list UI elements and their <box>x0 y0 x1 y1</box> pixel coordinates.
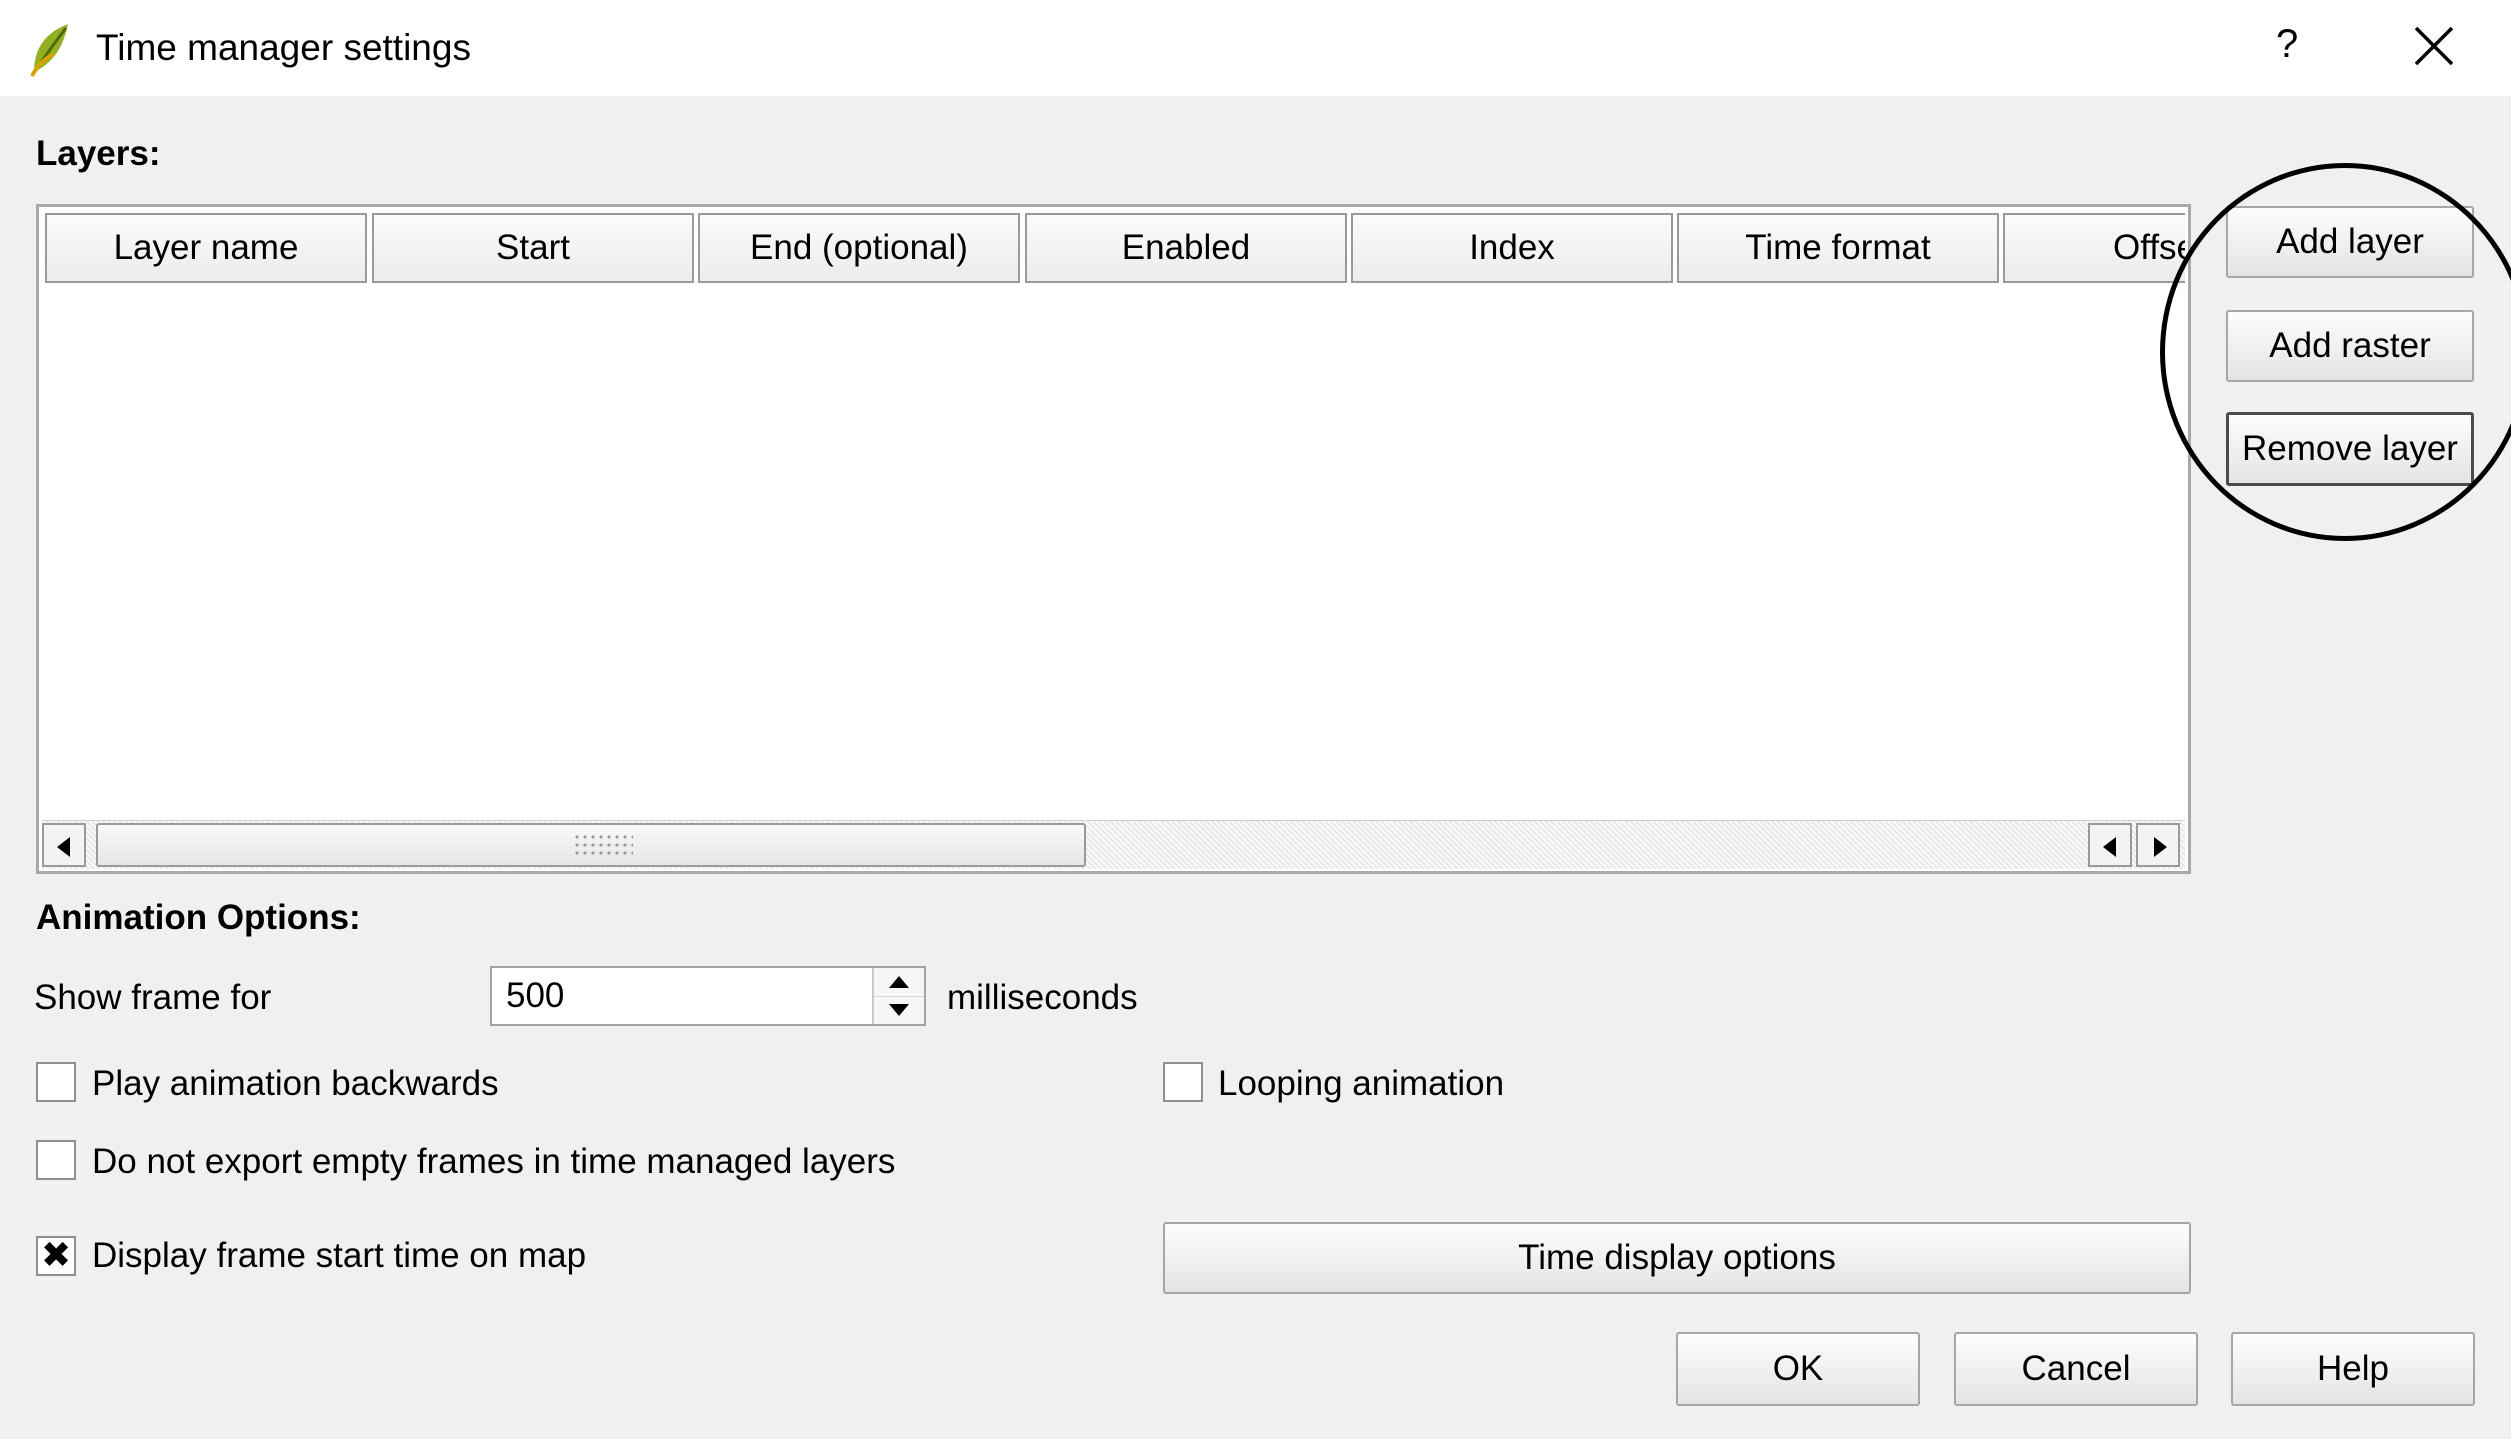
looping-label[interactable]: Looping animation <box>1218 1064 1504 1104</box>
no-export-empty-label[interactable]: Do not export empty frames in time manag… <box>92 1142 895 1182</box>
layers-table-header: Layer name Start End (optional) Enabled … <box>45 213 2185 285</box>
display-start-time-checkbox[interactable]: ✖ <box>36 1236 76 1276</box>
check-mark-icon: ✖ <box>41 1235 72 1276</box>
scrollbar-thumb[interactable] <box>96 823 1086 867</box>
show-frame-label: Show frame for <box>34 978 272 1017</box>
milliseconds-label: milliseconds <box>947 978 1138 1017</box>
frame-duration-input[interactable] <box>492 968 872 1024</box>
column-header-end[interactable]: End (optional) <box>698 213 1020 283</box>
column-header-layer-name[interactable]: Layer name <box>45 213 367 283</box>
grip-icon <box>573 833 633 859</box>
display-start-time-label[interactable]: Display frame start time on map <box>92 1236 586 1276</box>
layers-table[interactable]: Layer name Start End (optional) Enabled … <box>36 204 2191 874</box>
spin-buttons <box>872 968 924 1024</box>
no-export-empty-checkbox[interactable] <box>36 1140 76 1180</box>
chevron-left-icon <box>2103 837 2116 857</box>
column-header-index[interactable]: Index <box>1351 213 1673 283</box>
column-header-time-format[interactable]: Time format <box>1677 213 1999 283</box>
column-header-offset[interactable]: Offset <box>2003 213 2185 283</box>
play-backwards-checkbox[interactable] <box>36 1062 76 1102</box>
help-question-button[interactable]: ? <box>2276 20 2298 68</box>
chevron-left-icon <box>57 837 70 857</box>
column-header-enabled[interactable]: Enabled <box>1025 213 1347 283</box>
layers-section-label: Layers: <box>36 134 161 173</box>
ok-button[interactable]: OK <box>1676 1332 1920 1406</box>
column-header-start[interactable]: Start <box>372 213 694 283</box>
cancel-button[interactable]: Cancel <box>1954 1332 2198 1406</box>
scroll-left-button-end[interactable] <box>2088 823 2132 867</box>
scroll-right-button[interactable] <box>2136 823 2180 867</box>
spin-down-arrow-icon[interactable] <box>874 996 924 1024</box>
spin-up-arrow-icon[interactable] <box>874 968 924 997</box>
help-button[interactable]: Help <box>2231 1332 2475 1406</box>
animation-options-label: Animation Options: <box>36 898 361 937</box>
time-display-options-button[interactable]: Time display options <box>1163 1222 2191 1294</box>
chevron-right-icon <box>2154 837 2167 857</box>
close-icon[interactable] <box>2408 20 2460 72</box>
layers-horizontal-scrollbar[interactable] <box>42 820 2185 869</box>
scroll-left-button[interactable] <box>42 823 86 867</box>
window-title: Time manager settings <box>96 27 471 68</box>
looping-checkbox[interactable] <box>1163 1062 1203 1102</box>
qgis-leaf-icon <box>30 24 68 77</box>
frame-duration-spinbox[interactable] <box>490 966 926 1026</box>
play-backwards-label[interactable]: Play animation backwards <box>92 1064 499 1104</box>
highlight-circle-annotation <box>2160 163 2511 541</box>
